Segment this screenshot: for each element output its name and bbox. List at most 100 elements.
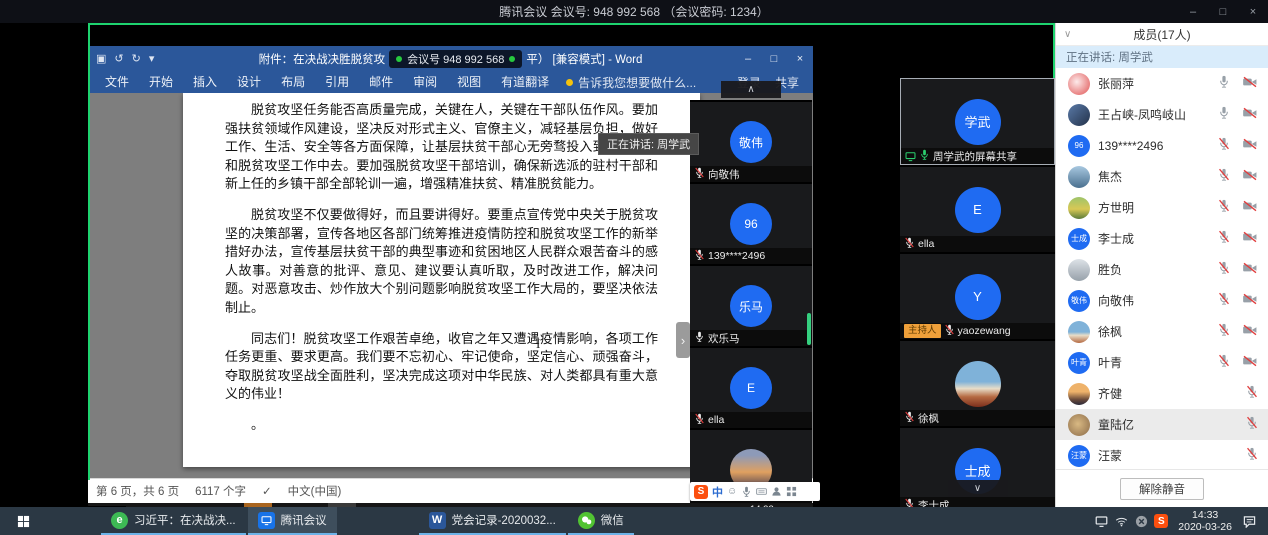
- sogou-ime-bar[interactable]: S 中 ☺: [690, 482, 820, 501]
- member-row[interactable]: 焦杰: [1056, 161, 1268, 192]
- video-tile[interactable]: 敬伟 向敬伟: [690, 100, 812, 182]
- spellcheck-icon[interactable]: ✓: [262, 484, 272, 498]
- meeting-id-pill[interactable]: 会议号 948 992 568: [389, 50, 522, 68]
- mic-button[interactable]: [1218, 261, 1230, 279]
- mic-button[interactable]: [1218, 106, 1230, 124]
- tab-review[interactable]: 审阅: [404, 71, 446, 93]
- undo-icon[interactable]: ↺: [114, 52, 123, 65]
- video-tile-active-speaker[interactable]: 学武 周学武的屏幕共享: [900, 78, 1055, 165]
- video-tile[interactable]: 乐马 欢乐马: [690, 264, 812, 346]
- display-tray-icon[interactable]: [1092, 509, 1110, 534]
- member-row[interactable]: 徐枫: [1056, 316, 1268, 347]
- camera-button[interactable]: [1242, 106, 1258, 124]
- camera-button[interactable]: [1242, 261, 1258, 279]
- minimize-button[interactable]: –: [1178, 0, 1208, 23]
- paragraph: 。: [225, 416, 658, 435]
- member-row[interactable]: 张丽萍: [1056, 68, 1268, 99]
- taskbar-app-wechat[interactable]: 微信: [568, 507, 634, 535]
- strip-collapse-button[interactable]: ∧: [721, 81, 781, 98]
- taskbar-app-meeting[interactable]: 腾讯会议: [248, 507, 337, 535]
- panel-collapse-icon[interactable]: ∨: [1064, 29, 1071, 40]
- tray-chevron-icon[interactable]: [1072, 509, 1090, 534]
- tell-me-box[interactable]: 告诉我您想要做什么...: [566, 74, 696, 91]
- ime-mode-label[interactable]: 中: [712, 484, 723, 500]
- local-clock[interactable]: 14:33 2020-03-26: [1172, 509, 1238, 533]
- wifi-tray-icon[interactable]: [1112, 509, 1130, 534]
- camera-button[interactable]: [1242, 137, 1258, 155]
- unmute-button[interactable]: 解除静音: [1120, 478, 1204, 500]
- tab-mailings[interactable]: 邮件: [360, 71, 402, 93]
- tab-design[interactable]: 设计: [228, 71, 270, 93]
- tab-view[interactable]: 视图: [448, 71, 490, 93]
- tab-references[interactable]: 引用: [316, 71, 358, 93]
- save-icon[interactable]: ▣: [96, 52, 106, 65]
- mic-button[interactable]: [1246, 447, 1258, 465]
- emoji-icon[interactable]: ☺: [727, 486, 737, 497]
- start-button[interactable]: [0, 507, 46, 535]
- strip-collapse-button[interactable]: ∨: [948, 480, 1008, 497]
- member-row[interactable]: 方世明: [1056, 192, 1268, 223]
- mic-button[interactable]: [1218, 323, 1230, 341]
- video-tile[interactable]: E ella: [900, 165, 1055, 252]
- taskbar-app-word[interactable]: W 党会记录-2020032...: [419, 507, 566, 535]
- member-row[interactable]: 敬伟 向敬伟: [1056, 285, 1268, 316]
- action-center-icon[interactable]: [1240, 509, 1258, 534]
- page-indicator[interactable]: 第 6 页，共 6 页: [96, 483, 179, 499]
- member-row[interactable]: 叶青 叶青: [1056, 347, 1268, 378]
- word-count[interactable]: 6117 个字: [195, 483, 246, 499]
- sync-error-tray-icon[interactable]: [1132, 509, 1150, 534]
- mic-button[interactable]: [1246, 416, 1258, 434]
- camera-button[interactable]: [1242, 292, 1258, 310]
- member-row[interactable]: 王占峡-凤鸣岐山: [1056, 99, 1268, 130]
- word-close-button[interactable]: ×: [787, 53, 813, 65]
- word-minimize-button[interactable]: –: [735, 53, 761, 65]
- member-row[interactable]: 96 139****2496: [1056, 130, 1268, 161]
- voice-input-icon[interactable]: [741, 486, 752, 497]
- strip-scrollbar-thumb[interactable]: [807, 313, 811, 345]
- mic-button[interactable]: [1218, 168, 1230, 186]
- sogou-tray-icon[interactable]: S: [1152, 509, 1170, 534]
- camera-button[interactable]: [1242, 354, 1258, 372]
- camera-button[interactable]: [1242, 168, 1258, 186]
- mic-button[interactable]: [1246, 385, 1258, 403]
- camera-button[interactable]: [1242, 75, 1258, 93]
- video-tile[interactable]: 士成 李士成: [900, 426, 1055, 513]
- member-row[interactable]: 士成 李士成: [1056, 223, 1268, 254]
- camera-button[interactable]: [1242, 230, 1258, 248]
- skin-icon[interactable]: [771, 486, 782, 497]
- tab-file[interactable]: 文件: [96, 71, 138, 93]
- camera-button[interactable]: [1242, 199, 1258, 217]
- video-tile[interactable]: 徐枫: [900, 339, 1055, 426]
- sogou-logo-icon[interactable]: S: [694, 485, 708, 499]
- quick-access-toolbar[interactable]: ▣ ↺ ↻ ▾: [88, 52, 154, 65]
- tab-youdao-translate[interactable]: 有道翻译: [492, 71, 558, 93]
- mic-button[interactable]: [1218, 354, 1230, 372]
- member-row[interactable]: 童陆亿: [1056, 409, 1268, 440]
- taskbar-app-browser[interactable]: e 习近平：在决战决...: [101, 507, 246, 535]
- close-button[interactable]: ×: [1238, 0, 1268, 23]
- video-tile[interactable]: Y 主持人 yaozewang: [900, 252, 1055, 339]
- member-row[interactable]: 胜负: [1056, 254, 1268, 285]
- word-restore-button[interactable]: □: [761, 53, 787, 65]
- toolbox-icon[interactable]: [786, 486, 797, 497]
- qat-more-icon[interactable]: ▾: [149, 52, 155, 65]
- mic-button[interactable]: [1218, 292, 1230, 310]
- tab-insert[interactable]: 插入: [184, 71, 226, 93]
- keyboard-icon[interactable]: [756, 486, 767, 497]
- camera-button[interactable]: [1242, 323, 1258, 341]
- maximize-button[interactable]: □: [1208, 0, 1238, 23]
- member-row[interactable]: 齐健: [1056, 378, 1268, 409]
- mic-button[interactable]: [1218, 230, 1230, 248]
- tab-home[interactable]: 开始: [140, 71, 182, 93]
- member-row[interactable]: 汪蒙 汪蒙: [1056, 440, 1268, 469]
- scrollbar-next-page-button[interactable]: ›: [676, 322, 690, 358]
- mic-button[interactable]: [1218, 137, 1230, 155]
- redo-icon[interactable]: ↻: [132, 52, 141, 65]
- video-tile[interactable]: 96 139****2496: [690, 182, 812, 264]
- mic-button[interactable]: [1218, 199, 1230, 217]
- video-tile[interactable]: E ella: [690, 346, 812, 428]
- mic-button[interactable]: [1218, 75, 1230, 93]
- participant-name: 徐枫: [918, 411, 939, 426]
- language-indicator[interactable]: 中文(中国): [288, 483, 342, 499]
- tab-layout[interactable]: 布局: [272, 71, 314, 93]
